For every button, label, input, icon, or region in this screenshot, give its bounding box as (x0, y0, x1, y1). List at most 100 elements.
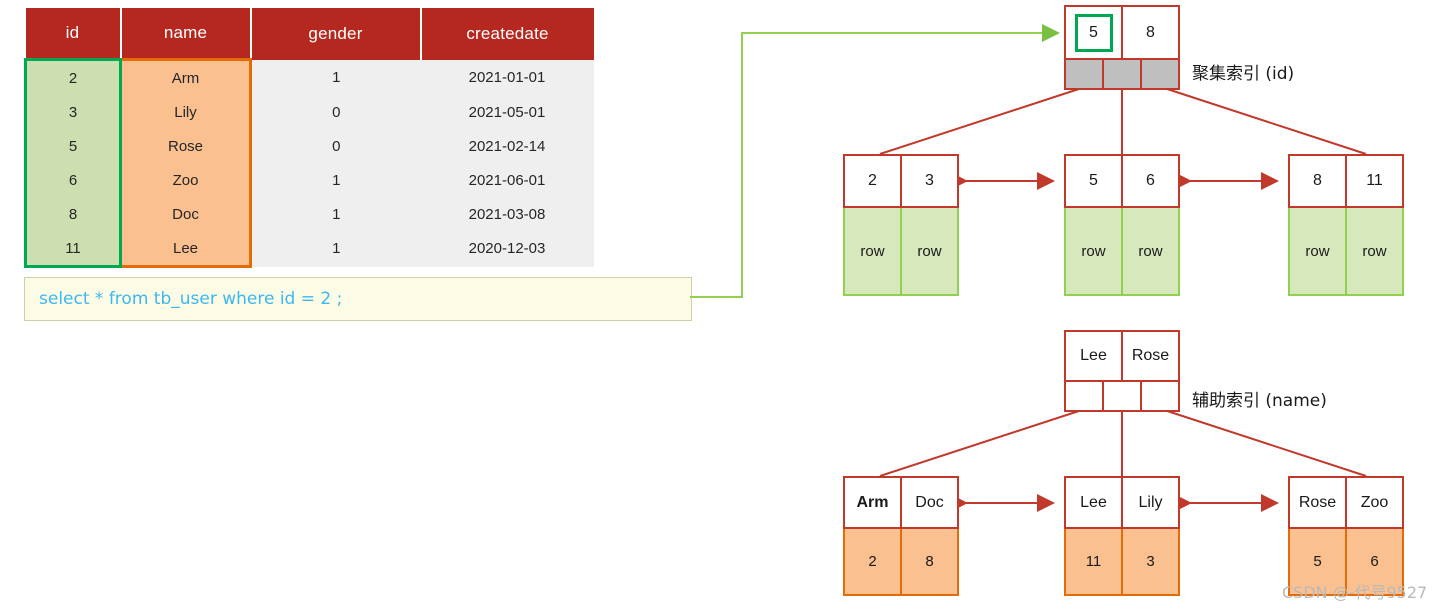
table-header-row: id name gender createdate (25, 8, 594, 60)
cell-createdate: 2021-05-01 (420, 95, 594, 129)
cell-createdate: 2020-12-03 (420, 231, 594, 267)
highlighted-key: 5 (1074, 13, 1113, 52)
secondary-root-key-0: Lee (1066, 332, 1123, 380)
sql-query-box: select * from tb_user where id = 2 ; (24, 277, 692, 321)
table-row: 2 Arm 1 2021-01-01 (24, 58, 594, 95)
leaf-keys: Lee Lily (1064, 476, 1180, 529)
column-header-id: id (25, 8, 122, 60)
leaf-pk-value: 8 (902, 529, 957, 594)
cell-name: Lily (119, 95, 252, 129)
cell-id: 2 (24, 58, 122, 95)
leaf-key: 3 (925, 172, 934, 189)
clustered-leaf-node-3: 8 11 row row (1288, 154, 1404, 296)
diagram-canvas: id name gender createdate 2 Arm 1 2021-0… (0, 0, 1441, 609)
cell-id: 3 (24, 95, 122, 129)
secondary-root-pointers (1064, 382, 1180, 412)
secondary-root-keys: Lee Rose (1064, 330, 1180, 382)
leaf-values: row row (1064, 208, 1180, 296)
clustered-root-key-1: 8 (1146, 23, 1155, 41)
leaf-keys: 8 11 (1288, 154, 1404, 208)
leaf-key: 5 (1066, 156, 1123, 206)
pointer-cell (1104, 382, 1142, 410)
clustered-root-node: 5 8 (1064, 5, 1180, 90)
column-header-name: name (119, 8, 252, 60)
sql-query-text: select * from tb_user where id = 2 ; (39, 289, 343, 309)
column-header-gender: gender (249, 8, 422, 60)
leaf-key: Rose (1290, 478, 1347, 527)
table-row: 3 Lily 0 2021-05-01 (24, 95, 594, 129)
cell-gender: 0 (250, 129, 421, 163)
leaf-key: 8 (1290, 156, 1347, 206)
cell-createdate: 2021-06-01 (420, 163, 594, 197)
cell-name: Lee (119, 231, 252, 268)
leaf-values: 2 8 (843, 529, 959, 596)
cell-createdate: 2021-01-01 (420, 59, 594, 95)
leaf-keys: Arm Doc (843, 476, 959, 529)
cell-id: 6 (24, 163, 122, 197)
leaf-key: Arm (845, 478, 902, 527)
leaf-keys: 5 6 (1064, 154, 1180, 208)
leaf-key: Lily (1138, 493, 1163, 511)
secondary-leaf-node-1: Arm Doc 2 8 (843, 476, 959, 596)
csdn-watermark: CSDN @-代号9527 (1282, 583, 1428, 602)
secondary-leaf-node-2: Lee Lily 11 3 (1064, 476, 1180, 596)
clustered-leaf-node-1: 2 3 row row (843, 154, 959, 296)
leaf-values: row row (1288, 208, 1404, 296)
cell-name: Rose (119, 129, 252, 163)
cell-id: 8 (24, 197, 122, 231)
leaf-values: row row (843, 208, 959, 296)
root-to-leaf-3 (1157, 85, 1367, 155)
leaf-row-value: row (1290, 208, 1347, 294)
cell-createdate: 2021-03-08 (420, 197, 594, 231)
leaf-row-value: row (845, 208, 902, 294)
table-row: 6 Zoo 1 2021-06-01 (24, 163, 594, 197)
leaf-key: Lee (1066, 478, 1123, 527)
leaf-pk-value: 2 (845, 529, 902, 594)
leaf-key: 6 (1146, 172, 1155, 189)
leaf-keys: Rose Zoo (1288, 476, 1404, 529)
clustered-root-key-0: 5 (1066, 7, 1123, 58)
leaf-values: 11 3 (1064, 529, 1180, 596)
leaf-row-value: row (902, 208, 957, 294)
cell-gender: 1 (250, 197, 421, 231)
leaf-pk-value: 3 (1123, 529, 1178, 594)
leaf-keys: 2 3 (843, 154, 959, 208)
cell-gender: 1 (250, 59, 421, 95)
cell-name: Doc (119, 197, 252, 231)
clustered-root-pointers (1064, 60, 1180, 90)
root-to-leaf-1 (879, 85, 1089, 155)
secondary-root-node: Lee Rose (1064, 330, 1180, 412)
table-row: 8 Doc 1 2021-03-08 (24, 197, 594, 231)
cell-name: Arm (119, 58, 252, 95)
leaf-row-value: row (1347, 208, 1402, 294)
pointer-cell (1066, 382, 1104, 410)
leaf-row-value: row (1123, 208, 1178, 294)
clustered-leaf-node-2: 5 6 row row (1064, 154, 1180, 296)
cell-gender: 1 (250, 231, 421, 267)
leaf-row-value: row (1066, 208, 1123, 294)
leaf-key: 2 (845, 156, 902, 206)
pointer-cell (1066, 60, 1104, 88)
leaf-pk-value: 11 (1066, 529, 1123, 594)
clustered-root-keys: 5 8 (1064, 5, 1180, 60)
table-row: 5 Rose 0 2021-02-14 (24, 129, 594, 163)
leaf-key: 11 (1366, 172, 1383, 189)
pointer-cell (1142, 382, 1178, 410)
sec-root-to-leaf-3 (1157, 407, 1367, 477)
leaf-key: Zoo (1360, 493, 1389, 511)
user-data-table: id name gender createdate 2 Arm 1 2021-0… (24, 8, 594, 268)
pointer-cell (1142, 60, 1178, 88)
table-row: 11 Lee 1 2020-12-03 (24, 231, 594, 268)
secondary-index-label: 辅助索引 (name) (1192, 391, 1327, 411)
leaf-key: Doc (915, 493, 944, 511)
sec-root-to-leaf-1 (879, 407, 1089, 477)
cell-id: 11 (24, 231, 122, 268)
cell-createdate: 2021-02-14 (420, 129, 594, 163)
cell-gender: 1 (250, 163, 421, 197)
secondary-root-key-1: Rose (1131, 347, 1170, 364)
cell-id: 5 (24, 129, 122, 163)
cell-name: Zoo (119, 163, 252, 197)
column-header-createdate: createdate (419, 8, 594, 60)
cell-gender: 0 (250, 95, 421, 129)
secondary-leaf-node-3: Rose Zoo 5 6 (1288, 476, 1404, 596)
